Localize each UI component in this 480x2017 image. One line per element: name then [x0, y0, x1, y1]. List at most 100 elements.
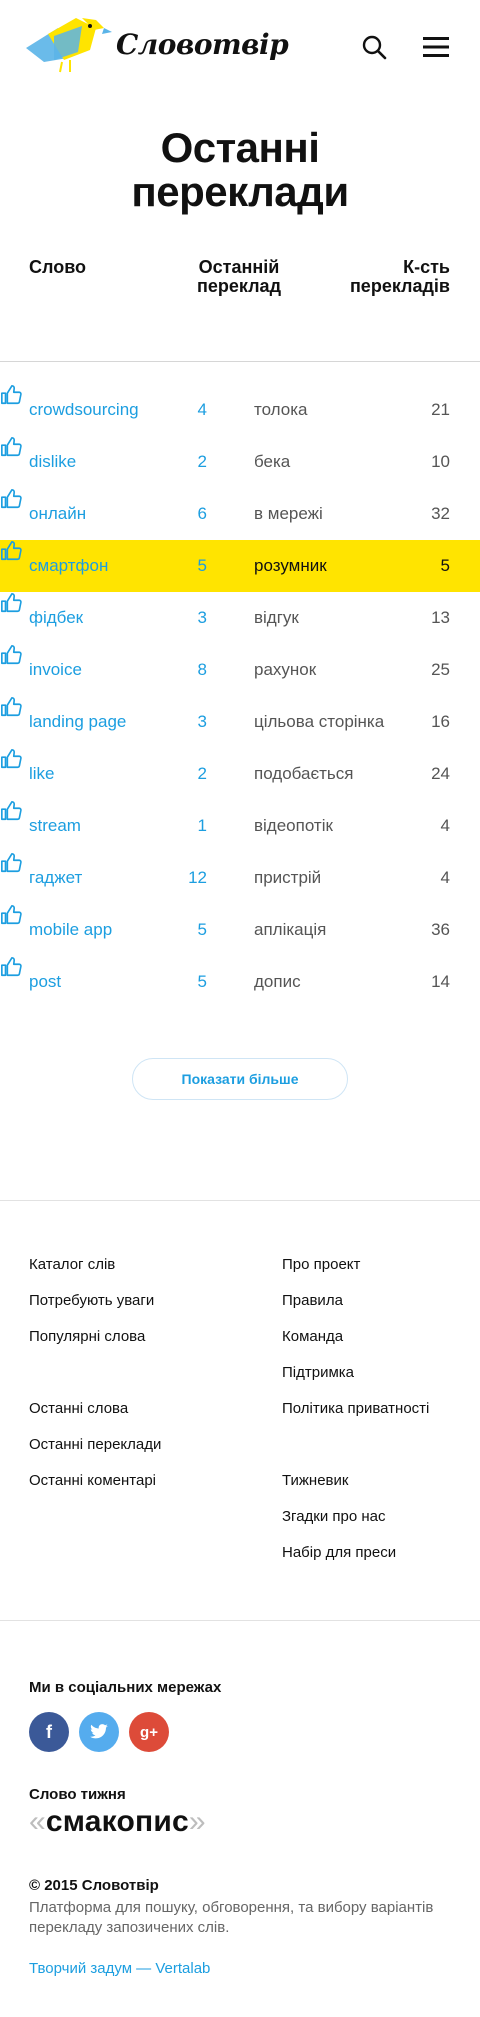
votes-count: 12	[188, 868, 207, 887]
column-header-count-line2: перекладів	[349, 276, 450, 296]
table-row: crowdsourcing 4 толока 21	[0, 384, 480, 436]
thumbs-up-icon[interactable]	[0, 384, 22, 406]
footer-link-latest-words[interactable]: Останні слова	[29, 1399, 161, 1435]
word-link[interactable]: stream	[29, 816, 81, 836]
table-row-highlighted: смартфон 5 розумник 5	[0, 540, 480, 592]
word-link[interactable]: фідбек	[29, 608, 83, 628]
translations-count: 16	[431, 712, 450, 731]
table-row: like 2 подобається 24	[0, 748, 480, 800]
search-icon	[362, 35, 387, 60]
word-link[interactable]: like	[29, 764, 55, 784]
votes-count: 2	[197, 452, 207, 471]
translation-text: цільова сторінка	[254, 712, 385, 731]
translations-count: 21	[431, 400, 450, 419]
search-button[interactable]	[357, 30, 391, 64]
votes-count: 5	[197, 556, 207, 575]
votes-count: 6	[197, 504, 207, 523]
word-link[interactable]: invoice	[29, 660, 82, 680]
footer-link-privacy[interactable]: Політика приватності	[282, 1399, 429, 1435]
thumbs-up-icon[interactable]	[0, 644, 22, 666]
word-link[interactable]: гаджет	[29, 868, 82, 888]
thumbs-up-icon[interactable]	[0, 488, 22, 510]
bird-logo-icon[interactable]	[24, 14, 114, 76]
twitter-button[interactable]	[79, 1712, 119, 1752]
footer-link-team[interactable]: Команда	[282, 1327, 429, 1363]
votes-count: 3	[197, 712, 207, 731]
thumbs-up-icon[interactable]	[0, 592, 22, 614]
footer-bottom: Ми в соціальних мережах f g+ Слово тижня…	[0, 1620, 480, 2017]
table-row: post 5 допис 14	[0, 956, 480, 1008]
copyright: © 2015 Словотвір	[29, 1877, 159, 1894]
table-row: invoice 8 рахунок 25	[0, 644, 480, 696]
footer-link-need-attention[interactable]: Потребують уваги	[29, 1291, 161, 1327]
word-link[interactable]: post	[29, 972, 61, 992]
word-link[interactable]: mobile app	[29, 920, 112, 940]
votes-count: 5	[197, 972, 207, 991]
hamburger-menu-icon	[423, 37, 449, 57]
page-title-line1: Останні	[160, 124, 320, 171]
footer-link-mentions[interactable]: Згадки про нас	[282, 1507, 429, 1543]
translations-count: 25	[431, 660, 450, 679]
table-row: фідбек 3 відгук 13	[0, 592, 480, 644]
footer-link-weekly[interactable]: Тижневик	[282, 1471, 429, 1507]
brand-name[interactable]: Словотвір	[116, 28, 289, 61]
word-link[interactable]: смартфон	[29, 556, 108, 576]
thumbs-up-icon[interactable]	[0, 852, 22, 874]
footer-link-rules[interactable]: Правила	[282, 1291, 429, 1327]
quote-close: »	[188, 1805, 206, 1838]
thumbs-up-icon[interactable]	[0, 696, 22, 718]
thumbs-up-icon[interactable]	[0, 540, 22, 562]
footer-link-latest-translations[interactable]: Останні переклади	[29, 1435, 161, 1471]
footer-link-catalog[interactable]: Каталог слів	[29, 1255, 161, 1291]
translation-text: подобається	[254, 764, 354, 783]
votes-count: 8	[197, 660, 207, 679]
footer-link-latest-comments[interactable]: Останні коментарі	[29, 1471, 161, 1507]
column-header-word: Слово	[29, 257, 87, 277]
table-row: landing page 3 цільова сторінка 16	[0, 696, 480, 748]
footer-link-support[interactable]: Підтримка	[282, 1363, 429, 1399]
social-title: Ми в соціальних мережах	[29, 1679, 222, 1696]
table-row: mobile app 5 аплікація 36	[0, 904, 480, 956]
show-more-button[interactable]: Показати більше	[132, 1058, 348, 1100]
table-row: stream 1 відеопотік 4	[0, 800, 480, 852]
translation-text: толока	[254, 400, 308, 419]
facebook-button[interactable]: f	[29, 1712, 69, 1752]
word-link[interactable]: dislike	[29, 452, 76, 472]
googleplus-icon: g+	[140, 1723, 158, 1741]
column-header-count-line1: К-сть	[403, 257, 450, 277]
footer-links: Каталог слів Потребують уваги Популярні …	[0, 1200, 480, 1620]
votes-count: 5	[197, 920, 207, 939]
translations-count: 24	[431, 764, 450, 783]
site-description: Платформа для пошуку, обговорення, та ви…	[29, 1899, 434, 1936]
credit-link[interactable]: Творчий задум — Vertalab	[29, 1960, 451, 1977]
thumbs-up-icon[interactable]	[0, 748, 22, 770]
footer-link-press-kit[interactable]: Набір для преси	[282, 1543, 429, 1579]
word-link[interactable]: landing page	[29, 712, 126, 732]
word-link[interactable]: онлайн	[29, 504, 86, 524]
footer-column-right: Про проект Правила Команда Підтримка Пол…	[282, 1255, 429, 1579]
footer-column-left: Каталог слів Потребують уваги Популярні …	[29, 1255, 161, 1507]
googleplus-button[interactable]: g+	[129, 1712, 169, 1752]
thumbs-up-icon[interactable]	[0, 956, 22, 978]
thumbs-up-icon[interactable]	[0, 436, 22, 458]
word-link[interactable]: crowdsourcing	[29, 400, 139, 420]
column-header-last-line2: переклад	[197, 276, 281, 296]
table-row: гаджет 12 пристрій 4	[0, 852, 480, 904]
translation-text: в мережі	[254, 504, 323, 523]
column-header-count: К-сть перекладів	[350, 258, 450, 296]
translation-text: бека	[254, 452, 291, 471]
translation-text: відгук	[254, 608, 299, 627]
page-title-line2: переклади	[131, 168, 349, 215]
thumbs-up-icon[interactable]	[0, 800, 22, 822]
column-header-last-line1: Останній	[198, 257, 280, 277]
translation-text: пристрій	[254, 868, 322, 887]
translation-text: допис	[254, 972, 301, 991]
thumbs-up-icon[interactable]	[0, 904, 22, 926]
menu-button[interactable]	[419, 30, 453, 64]
footer-link-about[interactable]: Про проект	[282, 1255, 429, 1291]
translations-count: 14	[431, 972, 450, 991]
translations-count: 32	[431, 504, 450, 523]
footer-link-popular[interactable]: Популярні слова	[29, 1327, 161, 1363]
twitter-bird-icon	[90, 1724, 108, 1739]
word-of-week[interactable]: «смакопис»	[29, 1805, 451, 1839]
